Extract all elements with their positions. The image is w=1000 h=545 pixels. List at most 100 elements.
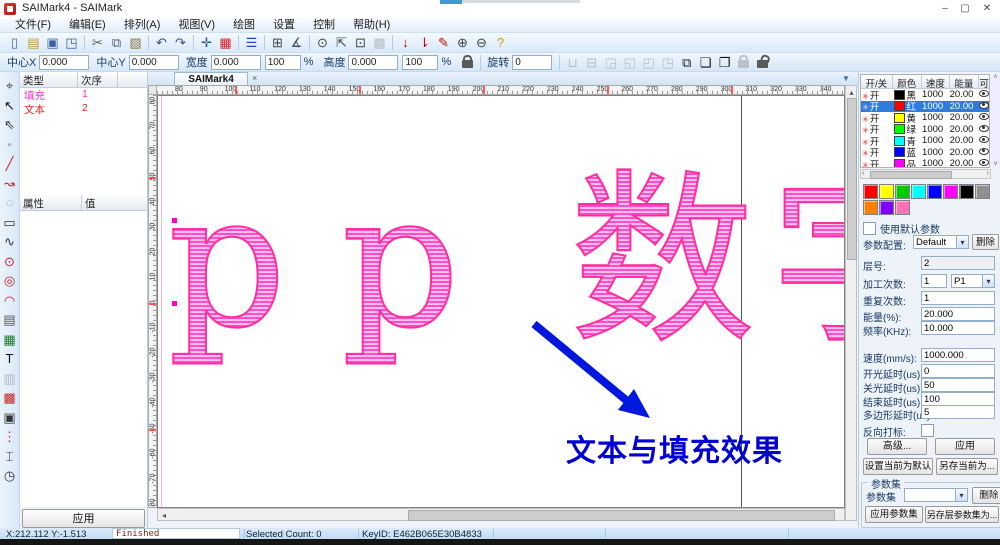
scroll-right-icon[interactable]: › (987, 170, 989, 177)
delete-config-button[interactable]: 删除 (972, 234, 999, 250)
save-all-icon[interactable]: ◳ (62, 34, 81, 51)
unlock-object-icon[interactable] (757, 60, 768, 68)
apply-params-button[interactable]: 应用 (935, 438, 995, 455)
zoom-select-icon[interactable]: ⊙ (313, 34, 332, 51)
pick-point-icon[interactable]: ⇱ (332, 34, 351, 51)
text-tool[interactable]: T (1, 349, 19, 369)
close-button[interactable]: ✕ (980, 2, 994, 15)
zoom-out-icon[interactable]: ⊖ (472, 34, 491, 51)
palette-swatch[interactable] (895, 184, 910, 199)
save-file-icon[interactable]: ▣ (43, 34, 62, 51)
origin-tool[interactable]: ⌖ (1, 76, 19, 96)
palette-swatch[interactable] (943, 184, 958, 199)
circle-tool[interactable]: ⊙ (1, 252, 19, 272)
polygon-delay-input[interactable] (921, 405, 995, 419)
tab-list-dropdown-icon[interactable]: ▼ (842, 74, 850, 83)
column-value[interactable]: 值 (82, 195, 147, 210)
horizontal-scroll-thumb[interactable] (408, 510, 835, 521)
object-row[interactable]: 填充1 (20, 88, 147, 102)
send-to-back-icon[interactable]: ❐ (715, 54, 734, 71)
measure-icon[interactable]: ∡ (287, 34, 306, 51)
aspect-lock-icon[interactable] (462, 60, 473, 68)
node-edit-icon[interactable]: ✛ (197, 34, 216, 51)
column-speed[interactable]: 速度 (922, 75, 950, 88)
save-layer-param-set-button[interactable]: 另存层参数集为... (925, 506, 999, 523)
pen-table-vertical-scrollbar[interactable]: ˄ ˅ (991, 74, 1000, 168)
maximize-button[interactable]: ▢ (958, 2, 972, 15)
height-input[interactable] (348, 55, 398, 70)
object-row[interactable]: 文本2 (20, 102, 147, 116)
menu-control[interactable]: 控制 (304, 18, 344, 33)
canvas-horizontal-scrollbar[interactable]: ◂ (157, 508, 845, 521)
height-percent-input[interactable] (402, 55, 438, 70)
ibeam-tool[interactable]: ⌶ (1, 447, 19, 467)
cut-icon[interactable]: ✂ (88, 34, 107, 51)
scroll-left-icon[interactable]: ‹ (862, 170, 864, 177)
menu-help[interactable]: 帮助(H) (344, 18, 399, 33)
curve-tool[interactable]: ∿ (1, 232, 19, 252)
image-tool[interactable]: ▦ (1, 330, 19, 350)
laser-off-delay-input[interactable] (921, 378, 995, 392)
pen-table-horizontal-scrollbar[interactable]: ‹ › (860, 169, 991, 179)
speed-input[interactable] (921, 348, 995, 362)
save-as-current-button[interactable]: 另存当前为... (936, 458, 998, 475)
energy-input[interactable] (921, 307, 995, 321)
laser-on-delay-input[interactable] (921, 364, 995, 378)
canvas-vertical-scrollbar[interactable]: ▴ (845, 85, 857, 521)
open-file-icon[interactable]: ▤ (24, 34, 43, 51)
menu-view[interactable]: 视图(V) (169, 18, 224, 33)
use-default-checkbox[interactable] (863, 222, 876, 235)
scroll-up-icon[interactable]: ˄ (991, 74, 1000, 81)
palette-swatch[interactable] (863, 200, 878, 215)
hatch-grid-icon[interactable]: ▦ (216, 34, 235, 51)
palette-swatch[interactable] (863, 184, 878, 199)
column-property[interactable]: 属性 (20, 195, 82, 210)
column-on-off[interactable]: 开/关 (861, 75, 893, 88)
copy-icon[interactable]: ⧉ (107, 34, 126, 51)
scroll-up-icon[interactable]: ▴ (847, 87, 856, 98)
palette-swatch[interactable] (879, 184, 894, 199)
undo-icon[interactable]: ↶ (152, 34, 171, 51)
hatch-tool[interactable]: ▩ (1, 388, 19, 408)
palette-swatch[interactable] (959, 184, 974, 199)
group-icon[interactable]: ⧉ (677, 54, 696, 71)
arc-tool[interactable]: ◠ (1, 291, 19, 311)
minimize-button[interactable]: – (938, 2, 952, 15)
width-percent-input[interactable] (265, 55, 301, 70)
column-visible[interactable]: 可 (979, 75, 989, 88)
palette-swatch[interactable] (879, 200, 894, 215)
process-count-select[interactable]: P1 (951, 274, 995, 288)
end-delay-input[interactable] (921, 392, 995, 406)
center-x-input[interactable] (39, 55, 89, 70)
transform-icon[interactable]: ⊞ (268, 34, 287, 51)
timer-tool[interactable]: ◷ (1, 466, 19, 486)
tab-close-icon[interactable]: × (252, 72, 262, 85)
new-file-icon[interactable]: ▯ (5, 34, 24, 51)
paste-icon[interactable]: ▨ (126, 34, 145, 51)
param-set-select[interactable] (904, 488, 968, 502)
process-count-input[interactable] (921, 274, 947, 288)
fit-window-icon[interactable]: ⊡ (351, 34, 370, 51)
frequency-input[interactable] (921, 321, 995, 335)
mark-download-icon[interactable]: ↓ (396, 34, 415, 51)
set-default-button[interactable]: 设置当前为默认 (863, 458, 933, 475)
fill-icon[interactable]: ☰ (242, 34, 261, 51)
menu-file[interactable]: 文件(F) (6, 18, 60, 33)
line-tool[interactable]: ╱ (1, 154, 19, 174)
column-type[interactable]: 类型 (20, 72, 78, 87)
mark-param-icon[interactable]: ⇂ (415, 34, 434, 51)
pen-row[interactable]: ✳开品..100020.00 (861, 158, 989, 168)
menu-arrange[interactable]: 排列(A) (115, 18, 170, 33)
menu-edit[interactable]: 编辑(E) (60, 18, 115, 33)
layer-number-input[interactable] (921, 256, 995, 270)
palette-swatch[interactable] (911, 184, 926, 199)
palette-swatch[interactable] (927, 184, 942, 199)
redo-icon[interactable]: ↷ (171, 34, 190, 51)
column-power[interactable]: 能量 (950, 75, 980, 88)
rect-tool[interactable]: ▭ (1, 213, 19, 233)
reverse-mark-checkbox[interactable] (921, 424, 934, 437)
bitmap-tool[interactable]: ▤ (1, 310, 19, 330)
tab-saimark4[interactable]: SAIMark4 (174, 72, 248, 85)
help-icon[interactable]: ? (491, 34, 510, 51)
palette-swatch[interactable] (975, 184, 990, 199)
